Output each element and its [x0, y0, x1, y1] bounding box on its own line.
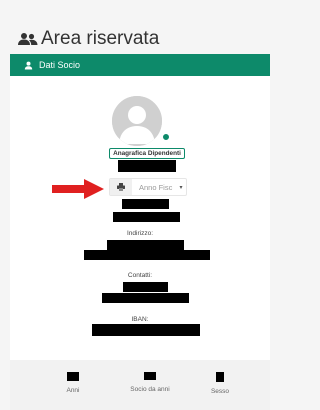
stat-anni-label: Anni — [66, 387, 80, 394]
status-indicator — [162, 133, 170, 141]
indirizzo-label: Indirizzo: — [126, 230, 153, 237]
stat-socio-da-anni: Socio da anni — [120, 372, 180, 393]
stat-sesso-label: Sesso — [210, 388, 230, 395]
redacted-anni-value — [67, 372, 79, 381]
card-header-title: Dati Socio — [39, 60, 81, 70]
redacted-contact-2 — [102, 293, 189, 303]
stat-sesso: Sesso — [205, 372, 235, 395]
page-title-text: Area riservata — [41, 28, 160, 49]
chevron-down-icon: ▾ — [179, 184, 183, 191]
anno-fiscale-placeholder: Anno Fisc — [139, 182, 173, 192]
page: Area riservata Dati Socio Anagrafica Dip… — [0, 0, 270, 410]
anagrafica-dipendenti-label: Anagrafica Dipendenti — [113, 150, 181, 157]
print-icon — [110, 179, 132, 195]
redacted-contact-1 — [123, 282, 168, 292]
iban-label: IBAN: — [131, 316, 149, 323]
contatti-label: Contatti: — [127, 272, 153, 279]
redacted-name — [118, 160, 176, 172]
anagrafica-dipendenti-button[interactable]: Anagrafica Dipendenti — [109, 148, 185, 159]
stat-socio-label: Socio da anni — [130, 386, 170, 393]
users-icon — [18, 32, 38, 46]
redacted-field-1 — [122, 199, 169, 209]
redacted-address-2 — [84, 250, 210, 260]
user-icon — [24, 61, 33, 70]
redacted-address-1 — [107, 240, 184, 250]
card-header: Dati Socio — [10, 54, 270, 76]
redacted-sesso-value — [216, 372, 224, 382]
red-arrow-annotation — [52, 179, 104, 204]
redacted-iban — [92, 324, 200, 336]
avatar — [112, 96, 162, 146]
anno-fiscale-select[interactable]: Anno Fisc ▾ — [109, 178, 187, 196]
redacted-field-2 — [113, 212, 180, 222]
page-title: Area riservata — [18, 28, 159, 50]
redacted-socio-value — [144, 372, 156, 380]
stat-anni: Anni — [60, 372, 86, 394]
